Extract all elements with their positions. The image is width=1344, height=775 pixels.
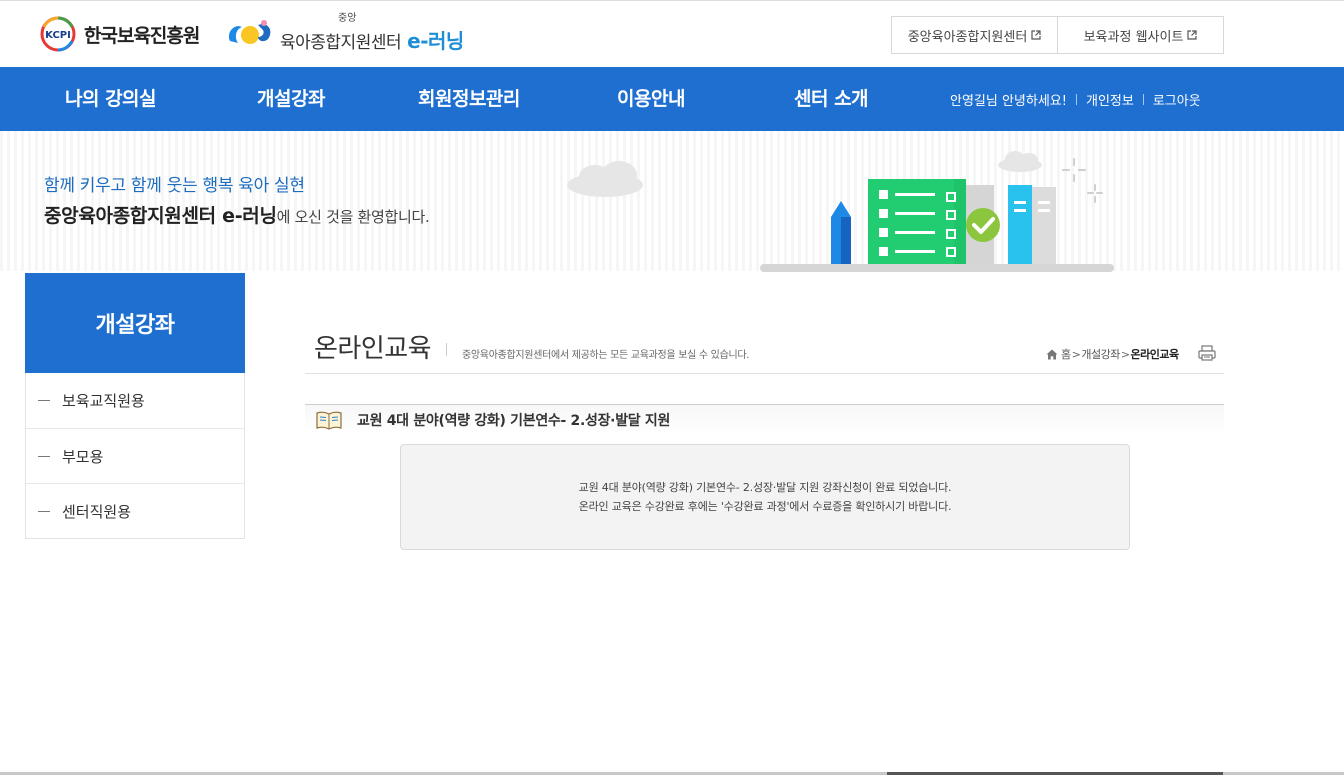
open-book-icon [316, 411, 342, 430]
elearning-label: e-러닝 [407, 29, 464, 53]
print-icon[interactable] [1198, 345, 1216, 361]
center-name: 육아종합지원센터 [280, 33, 402, 53]
sidebar-item-label: 부모용 [62, 447, 104, 466]
logout-link[interactable]: 로그아웃 [1153, 90, 1201, 109]
books-illustration [567, 151, 1114, 272]
site-header: KCPI 한국보육진흥원 중앙 육아종합지원센터e-러닝 중앙육아종합지원센터 [0, 0, 1344, 67]
course-title-bar: 교원 4대 분야(역량 강화) 기본연수- 2.성장·발달 지원 [305, 404, 1224, 434]
home-icon[interactable] [1046, 349, 1058, 360]
course-title: 교원 4대 분야(역량 강화) 기본연수- 2.성장·발달 지원 [357, 412, 671, 429]
enrollment-message-box: 교원 4대 분야(역량 강화) 기본연수- 2.성장·발달 지원 강좌신청이 완… [400, 444, 1130, 550]
kcpi-badge-text: KCPI [45, 30, 71, 41]
central-center-link-label: 중앙육아종합지원센터 [907, 29, 1028, 45]
chevron-right-icon: > [1071, 347, 1081, 361]
sidebar-item-label: 보육교직원용 [62, 392, 145, 410]
external-link-icon [1031, 30, 1041, 40]
external-link-icon [1187, 30, 1198, 40]
kcpi-emblem-icon: KCPI [36, 15, 80, 53]
breadcrumb-current: 온라인교육 [1130, 348, 1180, 361]
divider [305, 373, 1224, 374]
welcome-banner: 함께 키우고 함께 웃는 행복 육아 실현 중앙육아종합지원센터 e-러닝에 오… [0, 131, 1344, 272]
message-line-2: 온라인 교육은 수강완료 후에는 '수강완료 과정'에서 수료증을 확인하시기 … [578, 500, 952, 513]
cloud-icon [567, 161, 643, 197]
sidebar-item-childcare-staff[interactable]: 보육교직원용 [26, 373, 244, 428]
divider [446, 343, 447, 356]
breadcrumb-home[interactable]: 홈 [1061, 346, 1071, 362]
main-nav: 나의 강의실 개설강좌 회원정보관리 이용안내 센터 소개 안영길님 안녕하세요… [0, 67, 1344, 131]
breadcrumb: 홈 > 개설강좌 > 온라인교육 [1046, 346, 1179, 362]
cloud-icon [998, 151, 1042, 172]
sidebar-item-center-staff[interactable]: 센터직원용 [26, 483, 244, 538]
nav-item-open-courses[interactable]: 개설강좌 [257, 67, 325, 131]
sidebar-item-parents[interactable]: 부모용 [26, 428, 244, 483]
curriculum-website-link[interactable]: 보육과정 웹사이트 [1057, 17, 1223, 53]
banner-slogan: 함께 키우고 함께 웃는 행복 육아 실현 [44, 176, 305, 196]
chevron-right-icon: > [1120, 347, 1130, 361]
message-line-1: 교원 4대 분야(역량 강화) 기본연수- 2.성장·발달 지원 강좌신청이 완… [578, 481, 952, 494]
sidebar-title: 개설강좌 [25, 273, 245, 373]
nav-item-usage-guide[interactable]: 이용안내 [617, 67, 685, 131]
dash-icon [38, 400, 50, 401]
external-links: 중앙육아종합지원센터 보육과정 웹사이트 [891, 16, 1224, 54]
check-badge-icon [966, 208, 1000, 242]
page-description: 중앙육아종합지원센터에서 제공하는 모든 교육과정을 보실 수 있습니다. [462, 350, 750, 361]
divider [1142, 93, 1144, 105]
user-area: 안영길님 안녕하세요! 개인정보 로그아웃 [950, 67, 1201, 131]
dash-icon [38, 510, 50, 512]
nav-item-center-intro[interactable]: 센터 소개 [794, 67, 869, 131]
central-center-link[interactable]: 중앙육아종합지원센터 [892, 17, 1057, 53]
kcpi-logo[interactable]: KCPI 한국보육진흥원 [36, 15, 200, 53]
nav-item-member-info[interactable]: 회원정보관리 [418, 67, 520, 131]
banner-welcome-bold: 중앙육아종합지원센터 e-러닝 [44, 205, 277, 227]
page-title: 온라인교육 [314, 334, 432, 364]
banner-welcome-rest: 에 오신 것을 환영합니다. [276, 208, 430, 226]
banner-welcome: 중앙육아종합지원센터 e-러닝에 오신 것을 환영합니다. [44, 201, 430, 228]
sparkle-icon [1062, 158, 1103, 203]
center-small-label: 중앙 [338, 13, 357, 24]
center-emblem-icon [224, 15, 276, 51]
dash-icon [38, 455, 50, 457]
personal-info-link[interactable]: 개인정보 [1086, 90, 1134, 109]
nav-item-my-classroom[interactable]: 나의 강의실 [65, 67, 157, 131]
breadcrumb-open-courses[interactable]: 개설강좌 [1081, 346, 1120, 362]
curriculum-website-link-label: 보육과정 웹사이트 [1083, 29, 1184, 45]
sidebar-item-label: 센터직원용 [62, 502, 132, 521]
user-greeting: 안영길님 안녕하세요! [950, 93, 1067, 109]
kcpi-name: 한국보육진흥원 [84, 24, 200, 47]
divider [1075, 93, 1077, 105]
center-elearning-logo[interactable]: 중앙 육아종합지원센터 e-러닝 [224, 11, 464, 55]
sidebar-menu: 보육교직원용 부모용 센터직원용 [25, 373, 245, 539]
